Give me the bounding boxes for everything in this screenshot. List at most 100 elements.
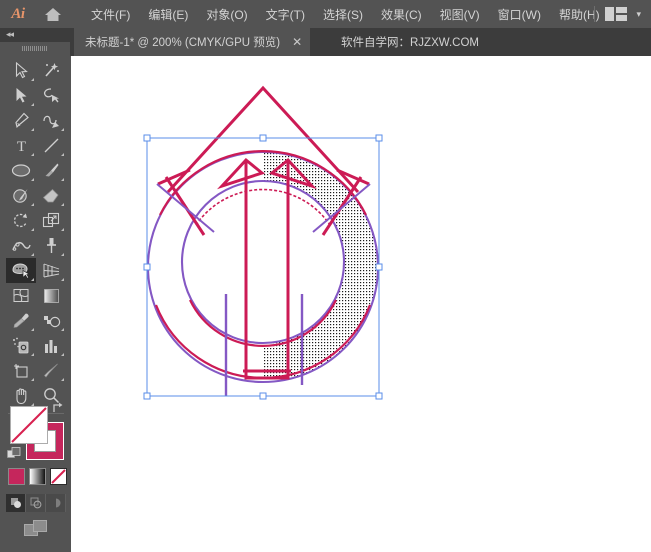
menu-view[interactable]: 视图(V): [431, 2, 489, 27]
artboard-tool[interactable]: [6, 358, 36, 383]
svg-text:T: T: [16, 139, 25, 154]
tool-flyout-corner: [31, 103, 34, 106]
tool-flyout-corner: [31, 328, 34, 331]
tools-panel-header: ◂◂: [0, 28, 70, 42]
workspace-switcher-icon[interactable]: [605, 7, 627, 21]
menu-object[interactable]: 对象(O): [197, 2, 256, 27]
none-mode-button[interactable]: [50, 468, 67, 485]
handle-bottom-right[interactable]: [376, 393, 382, 399]
perspective-grid-tool[interactable]: [36, 258, 66, 283]
color-controls: [0, 398, 70, 552]
eyedropper-tool[interactable]: [6, 308, 36, 333]
menubar-right-group: ▾: [594, 0, 645, 28]
scale-tool[interactable]: [36, 208, 66, 233]
draw-mode-group: [6, 494, 66, 512]
color-mode-button[interactable]: [8, 468, 25, 485]
change-screen-mode-button[interactable]: [24, 520, 48, 543]
menu-type[interactable]: 文字(T): [257, 2, 314, 27]
collapse-panel-icon[interactable]: ◂◂: [6, 29, 13, 40]
direct-selection-tool[interactable]: [6, 83, 36, 108]
line-segment-tool[interactable]: [36, 133, 66, 158]
tool-row: T: [6, 133, 66, 158]
tool-flyout-corner: [61, 353, 64, 356]
free-transform-tool[interactable]: [36, 233, 66, 258]
menu-window[interactable]: 窗口(W): [489, 2, 550, 27]
fill-color-swatch[interactable]: [10, 406, 48, 444]
curvature-tool[interactable]: [36, 108, 66, 133]
menu-select[interactable]: 选择(S): [314, 2, 372, 27]
document-tab-bar: 未标题-1* @ 200% (CMYK/GPU 预览) ✕ 软件自学网：RJZX…: [0, 28, 651, 56]
draw-behind-button[interactable]: [26, 494, 46, 512]
paintbrush-tool[interactable]: [36, 158, 66, 183]
tool-flyout-corner: [61, 228, 64, 231]
tool-row: [6, 233, 66, 258]
tool-row: [6, 258, 66, 283]
left-diagonal-cross: [166, 177, 204, 235]
crescent-stipple-fill: [263, 152, 378, 382]
app-logo: Ai: [0, 0, 36, 28]
menu-effect[interactable]: 效果(C): [372, 2, 431, 27]
tool-row: [6, 358, 66, 383]
handle-bottom-center[interactable]: [260, 393, 266, 399]
watermark-text: 软件自学网：RJZXW.COM: [341, 28, 479, 56]
tool-flyout-corner: [31, 203, 34, 206]
ellipse-tool[interactable]: [6, 158, 36, 183]
eraser-tool[interactable]: [36, 183, 66, 208]
draw-inside-button[interactable]: [46, 494, 66, 512]
artboard-canvas[interactable]: [71, 56, 651, 552]
tool-flyout-corner: [61, 178, 64, 181]
symbol-sprayer-tool[interactable]: [6, 333, 36, 358]
swap-fill-stroke-icon[interactable]: [51, 401, 64, 417]
artwork-svg: [71, 56, 651, 552]
width-tool[interactable]: [6, 233, 36, 258]
column-graph-tool[interactable]: [36, 333, 66, 358]
type-tool[interactable]: T: [6, 133, 36, 158]
panel-drag-grip[interactable]: [22, 46, 48, 51]
tool-flyout-corner: [61, 378, 64, 381]
slice-tool[interactable]: [36, 358, 66, 383]
magic-wand-tool[interactable]: [36, 58, 66, 83]
rotate-tool[interactable]: [6, 208, 36, 233]
home-icon[interactable]: [36, 0, 70, 28]
shaper-tool[interactable]: [6, 183, 36, 208]
chevron-down-icon[interactable]: ▾: [636, 9, 641, 20]
selection-tool[interactable]: [6, 58, 36, 83]
tool-grid: T: [6, 58, 66, 419]
handle-middle-left[interactable]: [144, 264, 150, 270]
tool-flyout-corner: [31, 378, 34, 381]
paint-mode-group: [8, 468, 67, 485]
tool-flyout-corner: [31, 153, 34, 156]
shape-builder-tool[interactable]: [6, 258, 36, 283]
gradient-mode-button[interactable]: [29, 468, 46, 485]
handle-top-left[interactable]: [144, 135, 150, 141]
mesh-tool[interactable]: [6, 283, 36, 308]
tool-row: [6, 183, 66, 208]
tool-flyout-corner: [61, 278, 64, 281]
tool-flyout-corner: [31, 178, 34, 181]
close-icon[interactable]: ✕: [292, 36, 302, 48]
tool-flyout-corner: [31, 128, 34, 131]
handle-top-center[interactable]: [260, 135, 266, 141]
document-tab[interactable]: 未标题-1* @ 200% (CMYK/GPU 预览) ✕: [74, 28, 310, 56]
handle-bottom-left[interactable]: [144, 393, 150, 399]
tool-row: [6, 108, 66, 133]
menu-edit[interactable]: 编辑(E): [139, 2, 197, 27]
tool-row: [6, 58, 66, 83]
draw-normal-button[interactable]: [6, 494, 26, 512]
default-fill-stroke-icon[interactable]: [7, 447, 21, 466]
tool-row: [6, 283, 66, 308]
blend-tool[interactable]: [36, 308, 66, 333]
left-purple-diagonal: [157, 184, 214, 232]
tool-flyout-corner: [31, 78, 34, 81]
gradient-tool[interactable]: [36, 283, 66, 308]
tool-flyout-corner: [31, 253, 34, 256]
tool-row: [6, 83, 66, 108]
pen-tool[interactable]: [6, 108, 36, 133]
none-slash-icon: [10, 406, 48, 444]
menu-item-list: 文件(F) 编辑(E) 对象(O) 文字(T) 选择(S) 效果(C) 视图(V…: [82, 2, 609, 27]
handle-middle-right[interactable]: [376, 264, 382, 270]
tool-flyout-corner: [61, 153, 64, 156]
menu-file[interactable]: 文件(F): [82, 2, 139, 27]
handle-top-right[interactable]: [376, 135, 382, 141]
lasso-tool[interactable]: [36, 83, 66, 108]
